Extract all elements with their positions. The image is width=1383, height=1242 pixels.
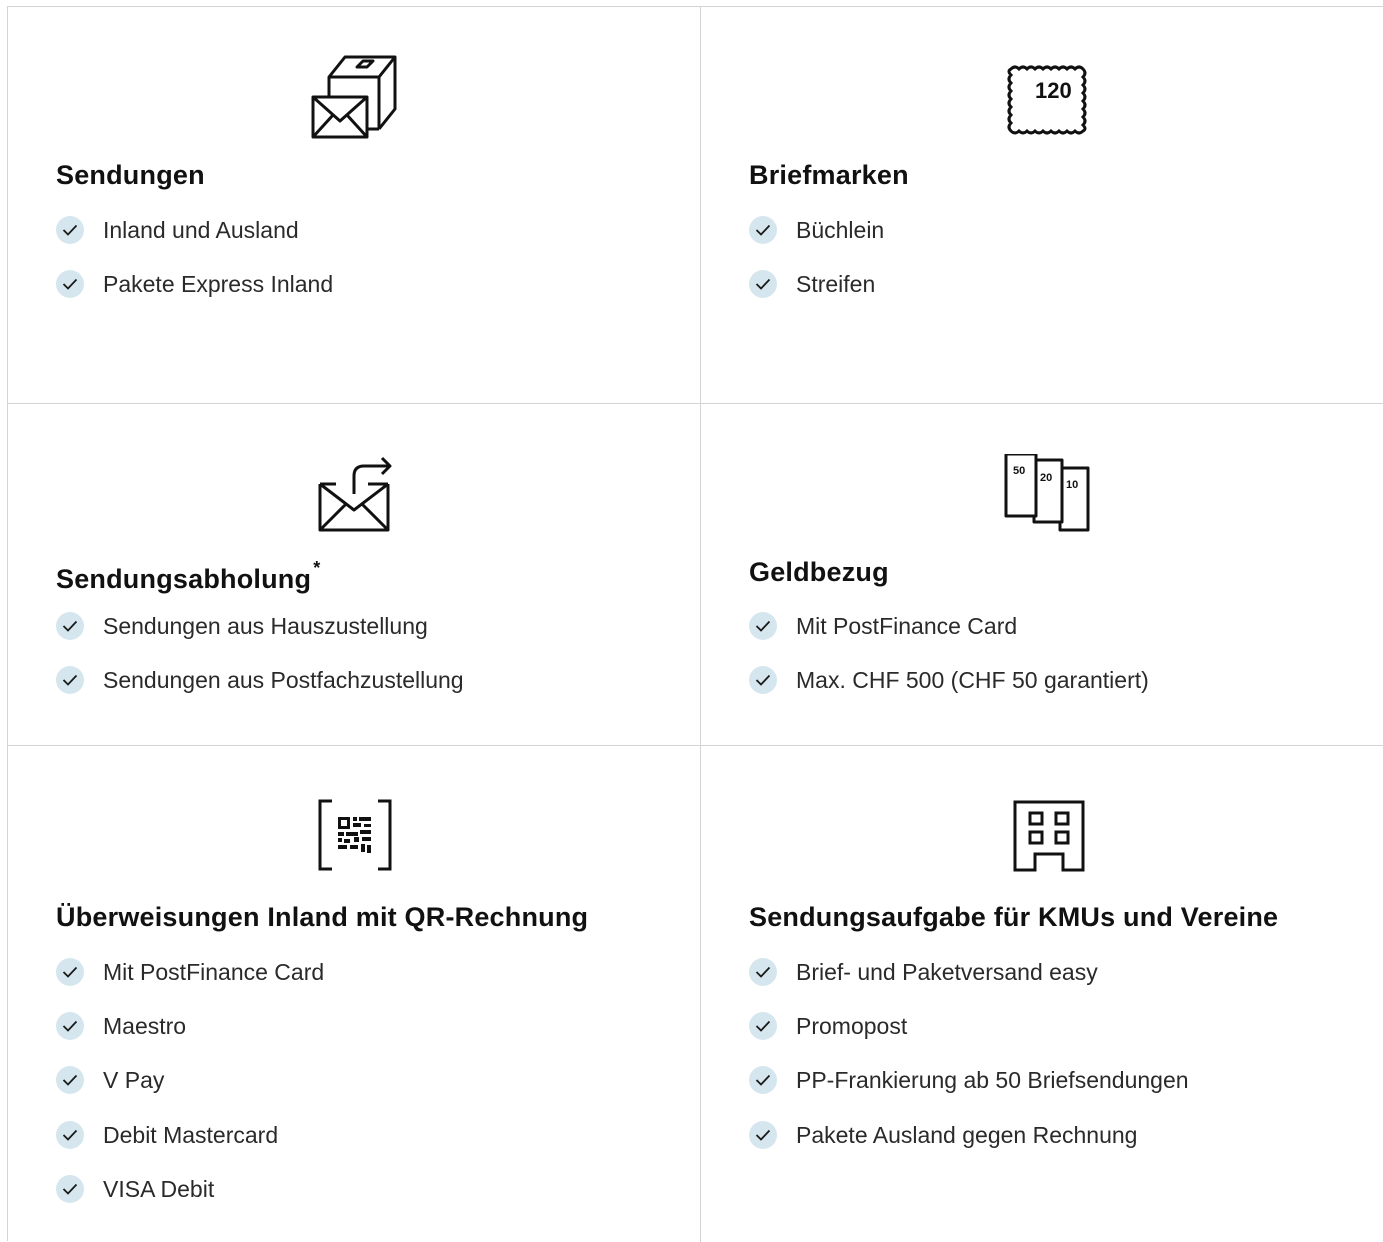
list-item: Inland und Ausland [56, 216, 333, 270]
check-icon [749, 666, 777, 695]
list-item-label: Sendungen aus Postfachzustellung [103, 667, 464, 694]
asterisk-footnote: * [313, 558, 321, 578]
card-title: Briefmarken [749, 160, 909, 190]
building-icon [1013, 800, 1085, 872]
list-item: Sendungen aus Postfachzustellung [56, 666, 464, 720]
qr-code-icon [318, 799, 392, 871]
check-icon [56, 1174, 84, 1203]
list-item: Brief- und Paketversand easy [749, 958, 1189, 1012]
feature-list: Mit PostFinance Card Maestro V Pay Debit… [56, 958, 324, 1229]
service-card-briefmarken: 120 Briefmarken Büchlein Streifen [701, 7, 1383, 404]
check-icon [56, 216, 84, 244]
card-title: Geldbezug [749, 557, 889, 587]
service-card-sendungsabholung: Sendungsabholung * Sendungen aus Hauszust… [8, 404, 701, 746]
check-icon [749, 270, 777, 299]
check-icon [56, 1066, 84, 1095]
list-item-label: Sendungen aus Hauszustellung [103, 613, 428, 639]
list-item-label: Max. CHF 500 (CHF 50 garantiert) [796, 667, 1149, 694]
list-item-label: Promopost [796, 1013, 908, 1040]
list-item-label: PP-Frankierung ab 50 Briefsendungen [796, 1067, 1189, 1094]
card-title: Sendungsaufgabe für KMUs und Vereine [749, 902, 1279, 932]
list-item-label: Inland und Ausland [103, 217, 299, 243]
list-item-label: Pakete Ausland gegen Rechnung [796, 1121, 1138, 1148]
card-title: Sendungsabholung * [56, 558, 321, 594]
service-card-geldbezug: 50 20 10 Geldbezug Mit PostFinance Card … [701, 404, 1383, 746]
check-icon [56, 1012, 84, 1041]
check-icon [56, 612, 84, 640]
list-item: VISA Debit [56, 1174, 324, 1229]
list-item-label: Mit PostFinance Card [796, 613, 1018, 639]
check-icon [56, 270, 84, 299]
list-item: PP-Frankierung ab 50 Briefsendungen [749, 1066, 1189, 1120]
check-icon [749, 958, 777, 986]
letter-pickup-icon [318, 456, 392, 532]
feature-list: Sendungen aus Hauszustellung Sendungen a… [56, 612, 464, 720]
card-title: Sendungen [56, 160, 205, 190]
stamp-icon: 120 [1007, 65, 1087, 135]
service-card-ueberweisungen: Überweisungen Inland mit QR-Rechnung Mit… [8, 746, 701, 1242]
list-item-label: Debit Mastercard [103, 1121, 279, 1148]
card-title: Überweisungen Inland mit QR-Rechnung [56, 902, 589, 932]
check-icon [56, 958, 84, 986]
check-icon [749, 1120, 777, 1149]
list-item-label: VISA Debit [103, 1175, 215, 1202]
feature-list: Mit PostFinance Card Max. CHF 500 (CHF 5… [749, 612, 1149, 720]
parcel-letter-icon [311, 55, 397, 139]
list-item-label: Brief- und Paketversand easy [796, 959, 1098, 985]
list-item-label: Streifen [796, 271, 876, 298]
check-icon [749, 216, 777, 244]
banknotes-icon: 50 20 10 [1004, 454, 1090, 532]
check-icon [56, 666, 84, 695]
banknote-value: 10 [1066, 479, 1078, 491]
feature-list: Büchlein Streifen [749, 216, 884, 324]
services-grid: Sendungen Inland und Ausland Pakete Expr… [7, 6, 1383, 1242]
service-card-sendungsaufgabe: Sendungsaufgabe für KMUs und Vereine Bri… [701, 746, 1383, 1242]
list-item-label: Mit PostFinance Card [103, 959, 325, 985]
list-item: Streifen [749, 270, 884, 324]
list-item: Pakete Express Inland [56, 270, 333, 324]
list-item: Max. CHF 500 (CHF 50 garantiert) [749, 666, 1149, 720]
list-item: Pakete Ausland gegen Rechnung [749, 1120, 1189, 1175]
feature-list: Inland und Ausland Pakete Express Inland [56, 216, 333, 324]
list-item: Mit PostFinance Card [749, 612, 1149, 666]
check-icon [749, 612, 777, 640]
list-item: Promopost [749, 1012, 1189, 1066]
list-item-label: V Pay [103, 1067, 165, 1094]
banknote-value: 50 [1013, 465, 1025, 477]
check-icon [56, 1120, 84, 1149]
list-item: Debit Mastercard [56, 1120, 324, 1175]
check-icon [749, 1066, 777, 1095]
service-card-sendungen: Sendungen Inland und Ausland Pakete Expr… [8, 7, 701, 404]
list-item: Büchlein [749, 216, 884, 270]
check-icon [749, 1012, 777, 1041]
list-item: Maestro [56, 1012, 324, 1066]
list-item-label: Pakete Express Inland [103, 271, 334, 298]
list-item-label: Büchlein [796, 217, 885, 243]
banknote-value: 20 [1040, 472, 1052, 484]
list-item-label: Maestro [103, 1013, 187, 1040]
feature-list: Brief- und Paketversand easy Promopost P… [749, 958, 1189, 1175]
list-item: V Pay [56, 1066, 324, 1120]
list-item: Mit PostFinance Card [56, 958, 324, 1012]
list-item: Sendungen aus Hauszustellung [56, 612, 464, 666]
stamp-value: 120 [1035, 78, 1072, 103]
